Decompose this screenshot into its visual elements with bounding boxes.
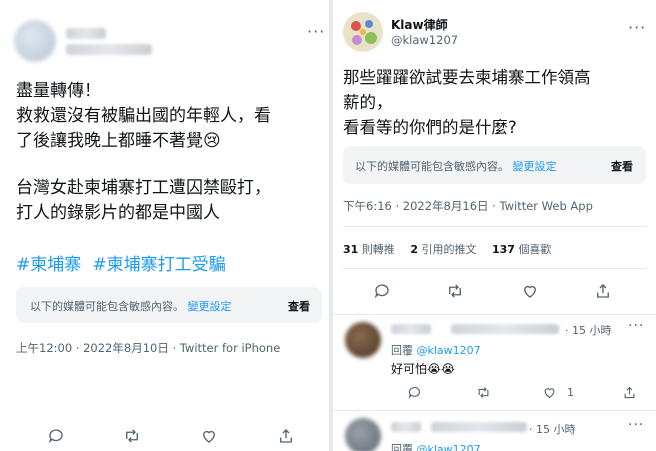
reply-tweet[interactable]: · 15 小時 ··· 回覆 @klaw1207 好可怕😭😭 1 bbox=[333, 316, 656, 408]
retweet-icon[interactable] bbox=[123, 427, 141, 445]
tweet-line-1: 盡量轉傳！ bbox=[16, 81, 101, 101]
blurred-handle bbox=[431, 422, 527, 432]
blurred-handle bbox=[451, 324, 559, 334]
quotes-stat[interactable]: 2 引用的推文 bbox=[410, 243, 476, 256]
tweet-timestamp[interactable]: 下午6:16 · 2022年8月16日 · Twitter Web App bbox=[343, 198, 593, 214]
like-icon[interactable] bbox=[200, 427, 218, 445]
reply-icon[interactable] bbox=[47, 427, 65, 445]
replying-to: 回覆 @klaw1207 bbox=[391, 344, 481, 357]
tweet-line-1: 那些躍躍欲試要去柬埔寨工作領高 bbox=[343, 68, 591, 87]
klaw-avatar[interactable] bbox=[343, 12, 383, 52]
like-icon[interactable] bbox=[542, 385, 557, 400]
replying-to: 回覆 @klaw1207 bbox=[391, 441, 481, 451]
change-settings-link[interactable]: 變更設定 bbox=[188, 300, 232, 313]
right-tweet-panel: Klaw律師 @klaw1207 ··· 那些躍躍欲試要去柬埔寨工作領高 薪的，… bbox=[333, 0, 656, 451]
hashtag-link[interactable]: #柬埔寨 bbox=[16, 255, 81, 275]
reply-time[interactable]: · 15 小時 bbox=[529, 421, 576, 437]
view-media-button[interactable]: 查看 bbox=[611, 158, 633, 174]
more-options-icon[interactable]: ··· bbox=[628, 18, 646, 37]
tweet-timestamp[interactable]: 上午12:00 · 2022年8月10日 · Twitter for iPhon… bbox=[16, 340, 280, 356]
mention-link[interactable]: @klaw1207 bbox=[417, 443, 481, 451]
change-settings-link[interactable]: 變更設定 bbox=[513, 160, 557, 173]
like-icon[interactable] bbox=[521, 282, 539, 300]
tweet-line-2: 救救還沒有被騙出國的年輕人，看 bbox=[16, 106, 271, 126]
reply-like-count: 1 bbox=[567, 386, 574, 399]
share-icon[interactable] bbox=[594, 282, 612, 300]
reply-tweet[interactable]: · 15 小時 ··· 回覆 @klaw1207 bbox=[333, 412, 656, 451]
view-media-button[interactable]: 查看 bbox=[288, 298, 310, 314]
retweet-icon[interactable] bbox=[476, 385, 491, 400]
reply-time[interactable]: · 15 小時 bbox=[565, 322, 612, 338]
likes-stat[interactable]: 137 個喜歡 bbox=[492, 243, 551, 256]
more-options-icon[interactable]: ··· bbox=[628, 417, 644, 433]
divider-line bbox=[343, 268, 646, 269]
tweet-line-5: 打人的錄影片的都是中國人 bbox=[16, 203, 220, 223]
tweet-stats: 31 則轉推 2 引用的推文 137 個喜歡 bbox=[343, 241, 551, 257]
more-options-icon[interactable]: ··· bbox=[628, 318, 644, 334]
blurred-avatar[interactable] bbox=[345, 418, 381, 451]
sensitive-media-warning: 以下的媒體可能包含敏感內容。 變更設定 查看 bbox=[16, 287, 322, 323]
divider-line bbox=[343, 226, 646, 227]
blurred-avatar[interactable] bbox=[345, 322, 381, 358]
sensitive-warning-text: 以下的媒體可能包含敏感內容。 bbox=[30, 300, 184, 313]
left-tweet-panel: ··· 盡量轉傳！ 救救還沒有被騙出國的年輕人，看 了後讓我晚上都睡不著覺😢 台… bbox=[0, 0, 329, 451]
reply-icon[interactable] bbox=[407, 385, 422, 400]
tweet-line-4: 台灣女赴柬埔寨打工遭囚禁毆打， bbox=[16, 178, 271, 198]
hashtag-link[interactable]: #柬埔寨打工受騙 bbox=[92, 255, 225, 275]
tweet-line-2: 薪的， bbox=[343, 93, 393, 112]
blurred-display-name bbox=[391, 422, 421, 432]
tweet-line-3: 看看等的你們的是什麼? bbox=[343, 118, 517, 137]
share-icon[interactable] bbox=[622, 385, 637, 400]
sensitive-media-warning: 以下的媒體可能包含敏感內容。 變更設定 查看 bbox=[343, 146, 646, 184]
blurred-handle bbox=[66, 44, 152, 55]
divider-line bbox=[333, 314, 656, 315]
tweet-line-3: 了後讓我晚上都睡不著覺😢 bbox=[16, 131, 221, 151]
reply-icon[interactable] bbox=[373, 282, 391, 300]
share-icon[interactable] bbox=[277, 427, 295, 445]
retweets-stat[interactable]: 31 則轉推 bbox=[343, 243, 395, 256]
blurred-display-name bbox=[66, 28, 106, 39]
more-options-icon[interactable]: ··· bbox=[307, 22, 325, 41]
reply-text: 好可怕😭😭 bbox=[391, 362, 456, 376]
blurred-display-name bbox=[391, 324, 431, 334]
retweet-icon[interactable] bbox=[446, 282, 464, 300]
author-handle[interactable]: @klaw1207 bbox=[391, 33, 458, 47]
divider-line bbox=[333, 410, 656, 411]
blurred-avatar[interactable] bbox=[14, 20, 56, 62]
mention-link[interactable]: @klaw1207 bbox=[417, 344, 481, 357]
sensitive-warning-text: 以下的媒體可能包含敏感內容。 bbox=[355, 160, 509, 173]
author-name[interactable]: Klaw律師 bbox=[391, 16, 448, 33]
